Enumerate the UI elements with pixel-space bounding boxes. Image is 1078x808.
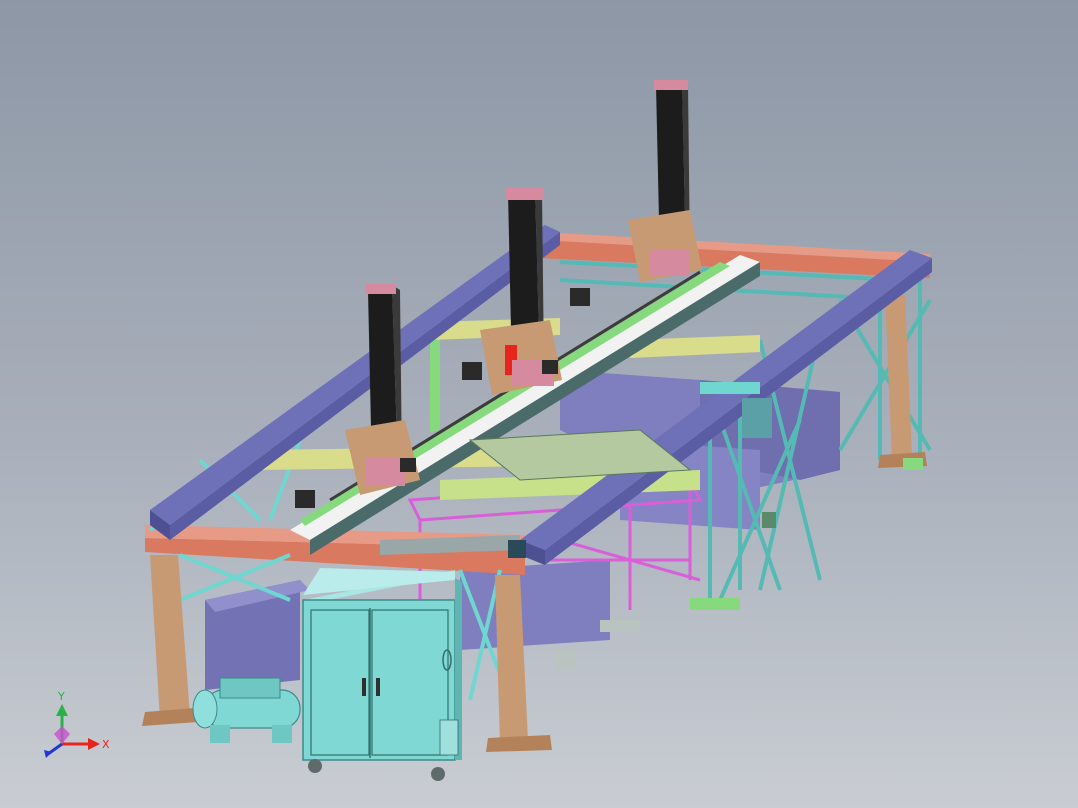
cabinet-handle-right[interactable]: [376, 678, 380, 696]
cad-viewport[interactable]: Y X: [0, 0, 1078, 808]
assembly-model[interactable]: Y X: [0, 0, 1078, 808]
electrical-cabinet[interactable]: [302, 568, 462, 781]
coordinate-triad: Y X: [44, 690, 110, 758]
cabinet-handle-left[interactable]: [362, 678, 366, 696]
triad-y-label: Y: [57, 690, 65, 703]
robot-column-right: [628, 80, 702, 282]
triad-x-label: X: [102, 738, 110, 751]
